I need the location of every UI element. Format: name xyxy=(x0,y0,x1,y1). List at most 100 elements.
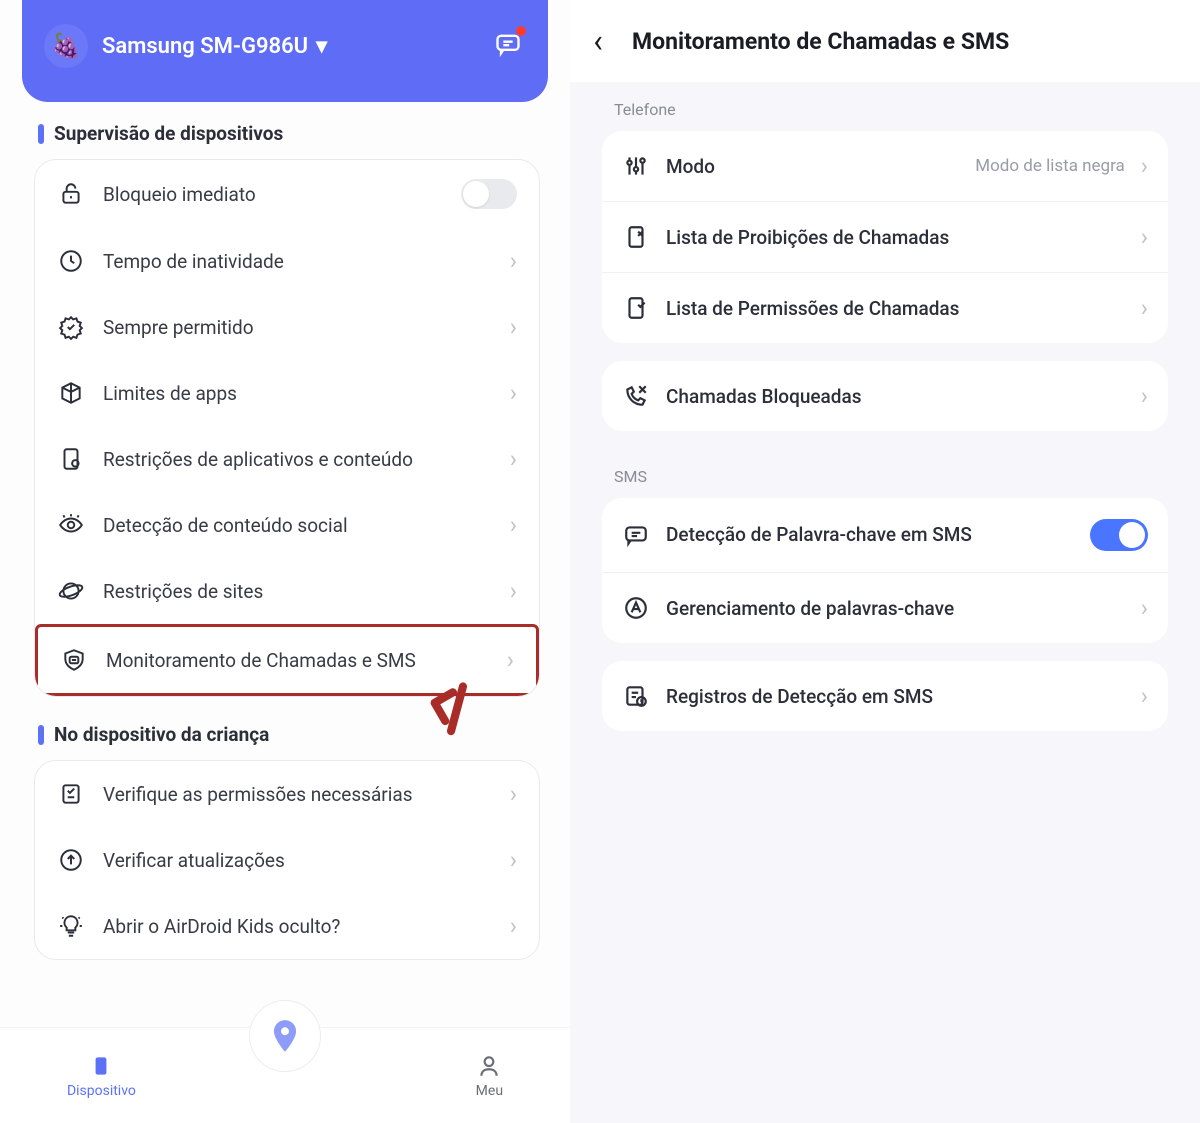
avatar: 🍇 xyxy=(44,24,88,68)
cube-icon xyxy=(57,379,85,407)
shield-chat-icon xyxy=(60,646,88,674)
chat-alert-icon xyxy=(622,521,650,549)
messages-button[interactable] xyxy=(492,28,524,60)
row-blocked-calls[interactable]: Chamadas Bloqueadas › xyxy=(602,361,1168,431)
upload-circle-icon xyxy=(57,846,85,874)
row-always-allowed[interactable]: Sempre permitido › xyxy=(35,294,539,360)
row-label: Verificar atualizações xyxy=(103,849,492,872)
row-label: Gerenciamento de palavras-chave xyxy=(666,597,1125,620)
eye-icon xyxy=(57,511,85,539)
blocked-calls-card: Chamadas Bloqueadas › xyxy=(602,361,1168,431)
call-blocked-icon xyxy=(622,382,650,410)
bottom-nav: Dispositivo Meu xyxy=(0,1027,570,1123)
section-title: Supervisão de dispositivos xyxy=(54,122,283,145)
chevron-right-icon: › xyxy=(510,313,517,341)
row-sms-logs[interactable]: Registros de Detecção em SMS › xyxy=(602,661,1168,731)
row-label: Lista de Permissões de Chamadas xyxy=(666,297,1125,320)
clock-icon xyxy=(57,247,85,275)
back-button[interactable]: ‹ xyxy=(578,22,618,60)
right-panel: ‹ Monitoramento de Chamadas e SMS Telefo… xyxy=(570,0,1200,1123)
nav-label: Meu xyxy=(476,1083,503,1099)
chevron-right-icon: › xyxy=(1141,682,1148,710)
chevron-right-icon: › xyxy=(510,912,517,940)
left-panel: 🍇 Samsung SM-G986U ▾ Supervisão de dispo… xyxy=(0,0,570,1123)
device-selector[interactable]: Samsung SM-G986U ▾ xyxy=(102,34,327,59)
page-title: Monitoramento de Chamadas e SMS xyxy=(632,28,1009,55)
row-check-permissions[interactable]: Verifique as permissões necessárias › xyxy=(35,761,539,827)
subhead-phone: Telefone xyxy=(602,82,1168,131)
badge-check-icon xyxy=(57,313,85,341)
row-call-block-list[interactable]: Lista de Proibições de Chamadas › xyxy=(602,201,1168,272)
row-content-restrictions[interactable]: Restrições de aplicativos e conteúdo › xyxy=(35,426,539,492)
row-app-limits[interactable]: Limites de apps › xyxy=(35,360,539,426)
checklist-icon xyxy=(57,780,85,808)
chevron-right-icon: › xyxy=(1141,223,1148,251)
row-keyword-management[interactable]: Gerenciamento de palavras-chave › xyxy=(602,572,1168,643)
sms-logs-card: Registros de Detecção em SMS › xyxy=(602,661,1168,731)
row-check-updates[interactable]: Verificar atualizações › xyxy=(35,827,539,893)
subhead-sms: SMS xyxy=(602,449,1168,498)
row-label: Lista de Proibições de Chamadas xyxy=(666,226,1125,249)
row-mode[interactable]: Modo Modo de lista negra › xyxy=(602,131,1168,201)
mode-value: Modo de lista negra xyxy=(975,156,1125,176)
chevron-right-icon: › xyxy=(510,780,517,808)
chevron-right-icon: › xyxy=(1141,152,1148,180)
row-label: Restrições de aplicativos e conteúdo xyxy=(103,448,492,471)
chevron-right-icon: › xyxy=(510,379,517,407)
row-open-hidden-kids[interactable]: Abrir o AirDroid Kids oculto? › xyxy=(35,893,539,959)
sliders-icon xyxy=(622,152,650,180)
planet-icon xyxy=(57,577,85,605)
row-label: Monitoramento de Chamadas e SMS xyxy=(106,649,489,672)
row-label: Bloqueio imediato xyxy=(103,183,443,206)
toggle-keyword-detection[interactable] xyxy=(1090,519,1148,551)
device-gear-icon xyxy=(57,445,85,473)
chevron-right-icon: › xyxy=(1141,294,1148,322)
row-label: Modo xyxy=(666,155,959,178)
chevron-right-icon: › xyxy=(510,577,517,605)
right-header: ‹ Monitoramento de Chamadas e SMS xyxy=(570,0,1200,82)
row-label: Abrir o AirDroid Kids oculto? xyxy=(103,915,492,938)
toggle-instant-lock[interactable] xyxy=(461,179,517,209)
chevron-right-icon: › xyxy=(510,846,517,874)
chevron-right-icon: › xyxy=(1141,594,1148,622)
log-clock-icon xyxy=(622,682,650,710)
nav-me[interactable]: Meu xyxy=(476,1053,503,1099)
chevron-right-icon: › xyxy=(1141,382,1148,410)
row-social-detection[interactable]: Detecção de conteúdo social › xyxy=(35,492,539,558)
section-accent xyxy=(38,124,44,144)
letter-a-icon xyxy=(622,594,650,622)
chevron-right-icon: › xyxy=(510,445,517,473)
chevron-right-icon: › xyxy=(510,247,517,275)
section-accent xyxy=(38,725,44,745)
row-label: Registros de Detecção em SMS xyxy=(666,685,1125,708)
row-label: Verifique as permissões necessárias xyxy=(103,783,492,806)
lock-icon xyxy=(57,180,85,208)
child-device-card: Verifique as permissões necessárias › Ve… xyxy=(34,760,540,960)
device-name-label: Samsung SM-G986U xyxy=(102,34,308,59)
row-label: Detecção de conteúdo social xyxy=(103,514,492,537)
chevron-right-icon: › xyxy=(510,511,517,539)
location-fab[interactable] xyxy=(249,1000,321,1072)
row-label: Sempre permitido xyxy=(103,316,492,339)
notification-dot xyxy=(516,26,526,36)
nav-device[interactable]: Dispositivo xyxy=(67,1053,136,1099)
phone-card: Modo Modo de lista negra › Lista de Proi… xyxy=(602,131,1168,343)
device-header: 🍇 Samsung SM-G986U ▾ xyxy=(22,0,548,102)
row-downtime[interactable]: Tempo de inatividade › xyxy=(35,228,539,294)
phone-check-icon xyxy=(622,294,650,322)
section-title: No dispositivo da criança xyxy=(54,723,269,746)
row-label: Limites de apps xyxy=(103,382,492,405)
chevron-down-icon: ▾ xyxy=(316,34,327,59)
row-call-allow-list[interactable]: Lista de Permissões de Chamadas › xyxy=(602,272,1168,343)
row-instant-lock[interactable]: Bloqueio imediato xyxy=(35,160,539,228)
chevron-right-icon: › xyxy=(507,646,514,674)
nav-label: Dispositivo xyxy=(67,1083,136,1099)
row-label: Tempo de inatividade xyxy=(103,250,492,273)
row-label: Chamadas Bloqueadas xyxy=(666,385,1125,408)
row-site-restrictions[interactable]: Restrições de sites › xyxy=(35,558,539,624)
section-header-supervision: Supervisão de dispositivos xyxy=(0,122,570,159)
row-label: Restrições de sites xyxy=(103,580,492,603)
lightbulb-icon xyxy=(57,912,85,940)
supervision-card: Bloqueio imediato Tempo de inatividade ›… xyxy=(34,159,540,697)
phone-block-icon xyxy=(622,223,650,251)
